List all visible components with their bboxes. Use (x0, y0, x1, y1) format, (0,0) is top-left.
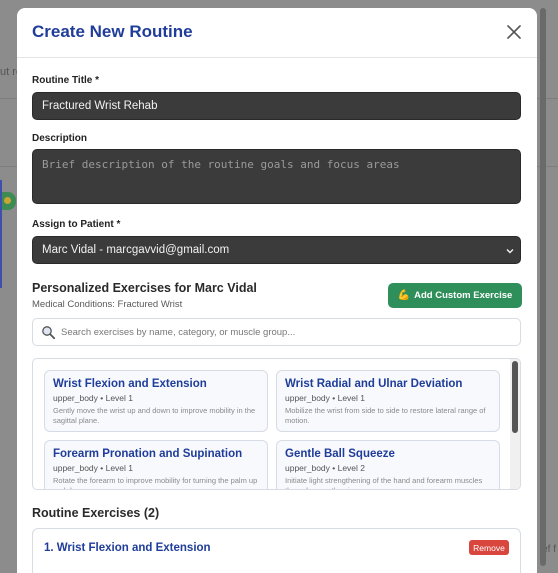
routine-title-label: Routine Title * (32, 75, 100, 86)
close-button[interactable] (503, 21, 525, 43)
add-custom-exercise-button[interactable]: 💪 Add Custom Exercise (388, 283, 522, 308)
page-scrollbar[interactable] (540, 8, 546, 566)
patient-select-value: Marc Vidal - marcgavvid@gmail.com (42, 244, 230, 256)
scrollbar-thumb[interactable] (512, 361, 518, 433)
exercise-description: Initiate light strengthening of the hand… (285, 476, 483, 489)
search-placeholder: Search exercises by name, category, or m… (61, 327, 296, 338)
description-label: Description (32, 133, 88, 144)
exercise-list-scrollbar[interactable] (510, 359, 520, 489)
exercise-card[interactable]: Forearm Pronation and Supination upper_b… (44, 440, 268, 489)
exercise-meta: upper_body • Level 1 (53, 463, 134, 473)
exercise-meta: upper_body • Level 1 (285, 393, 366, 403)
modal-header: Create New Routine (17, 8, 537, 58)
exercise-card[interactable]: Wrist Flexion and Extension upper_body •… (44, 370, 268, 432)
exercise-meta: upper_body • Level 1 (53, 393, 134, 403)
flexed-biceps-icon: 💪 (397, 290, 411, 301)
exercise-name: Forearm Pronation and Supination (53, 448, 243, 460)
badge-dot-icon (4, 197, 11, 204)
add-custom-exercise-label: Add Custom Exercise (414, 290, 513, 301)
routine-exercise-item: 1. Wrist Flexion and Extension Remove (32, 528, 521, 573)
assign-patient-label: Assign to Patient * (32, 219, 121, 230)
background-accent-line (0, 180, 2, 288)
exercises-section-title: Personalized Exercises for Marc Vidal (32, 281, 257, 295)
exercise-description: Gently move the wrist up and down to imp… (53, 406, 256, 425)
exercise-card[interactable]: Gentle Ball Squeeze upper_body • Level 2… (276, 440, 500, 489)
description-textarea[interactable]: Brief description of the routine goals a… (32, 149, 521, 204)
create-routine-modal: Create New Routine Routine Title * Fract… (17, 8, 537, 573)
patient-select[interactable]: Marc Vidal - marcgavvid@gmail.com (32, 236, 521, 264)
exercise-card[interactable]: Wrist Radial and Ulnar Deviation upper_b… (276, 370, 500, 432)
exercise-meta: upper_body • Level 2 (285, 463, 366, 473)
remove-button[interactable]: Remove (469, 540, 509, 555)
background-badge (0, 192, 16, 210)
exercise-description: Mobilize the wrist from side to side to … (285, 406, 486, 425)
exercise-name: Wrist Radial and Ulnar Deviation (285, 378, 463, 390)
routine-exercise-name: 1. Wrist Flexion and Extension (44, 542, 211, 554)
exercise-name: Gentle Ball Squeeze (285, 448, 395, 460)
exercise-name: Wrist Flexion and Extension (53, 378, 207, 390)
routine-exercises-title: Routine Exercises (2) (32, 506, 160, 520)
exercise-description: Rotate the forearm to improve mobility f… (53, 476, 258, 489)
chevron-down-icon (506, 249, 514, 254)
medical-conditions-text: Medical Conditions: Fractured Wrist (32, 299, 183, 310)
close-icon (507, 25, 521, 39)
modal-title: Create New Routine (32, 22, 193, 41)
search-icon (42, 326, 56, 340)
exercise-search-input[interactable]: Search exercises by name, category, or m… (32, 318, 521, 346)
routine-title-input[interactable]: Fractured Wrist Rehab (32, 92, 521, 120)
exercise-list: Wrist Flexion and Extension upper_body •… (32, 358, 521, 490)
